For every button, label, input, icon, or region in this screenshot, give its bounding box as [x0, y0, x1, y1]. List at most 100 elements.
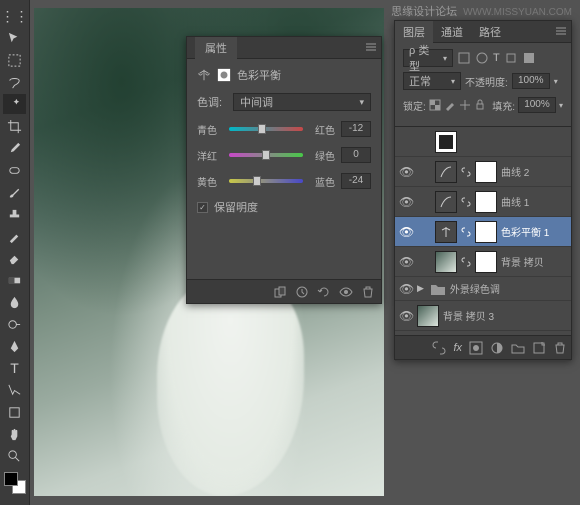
- visibility-icon[interactable]: [339, 285, 353, 299]
- mask-thumb[interactable]: [475, 161, 497, 183]
- link-icon: [461, 167, 471, 177]
- properties-tab[interactable]: 属性: [195, 37, 237, 59]
- layers-tab[interactable]: 图层: [395, 21, 433, 43]
- green-label: 绿色: [309, 148, 335, 163]
- mask-thumb[interactable]: [475, 191, 497, 213]
- visibility-toggle[interactable]: 👁: [399, 195, 413, 209]
- blur-tool[interactable]: [3, 292, 26, 312]
- reset-icon[interactable]: [317, 285, 331, 299]
- link-icon: [461, 197, 471, 207]
- handle-icon[interactable]: ⋮⋮: [3, 6, 26, 26]
- cyan-red-slider[interactable]: [229, 124, 303, 134]
- trash-icon[interactable]: [361, 285, 375, 299]
- lock-label: 锁定:: [403, 98, 426, 113]
- link-layers-icon[interactable]: [432, 341, 446, 355]
- layer-row[interactable]: 👁 曲线 1: [395, 187, 571, 217]
- magenta-green-slider[interactable]: [229, 150, 303, 160]
- heal-tool[interactable]: [3, 160, 26, 180]
- group-add-icon[interactable]: [511, 341, 525, 355]
- pen-tool[interactable]: [3, 336, 26, 356]
- layer-thumb[interactable]: [435, 131, 457, 153]
- path-tool[interactable]: [3, 380, 26, 400]
- paths-tab[interactable]: 路径: [471, 21, 509, 43]
- link-icon: [461, 257, 471, 267]
- layer-row[interactable]: [395, 127, 571, 157]
- layer-add-icon[interactable]: [532, 341, 546, 355]
- visibility-toggle[interactable]: 👁: [399, 255, 413, 269]
- move-tool[interactable]: [3, 28, 26, 48]
- blue-label: 蓝色: [309, 174, 335, 189]
- folder-icon: [430, 282, 446, 296]
- type-tool[interactable]: T: [3, 358, 26, 378]
- layers-list: 👁 曲线 2 👁 曲线 1 👁 色彩平衡 1 👁: [395, 127, 571, 361]
- layer-row[interactable]: 👁 背景 拷贝: [395, 247, 571, 277]
- channels-tab[interactable]: 通道: [433, 21, 471, 43]
- balance-icon: [197, 68, 211, 82]
- filter-shape-icon[interactable]: [504, 51, 518, 65]
- prev-icon[interactable]: [295, 285, 309, 299]
- panel-menu-icon[interactable]: [365, 41, 377, 53]
- dodge-tool[interactable]: [3, 314, 26, 334]
- properties-header[interactable]: 属性: [187, 37, 381, 59]
- adjustment-title: 色彩平衡: [237, 67, 281, 83]
- visibility-toggle[interactable]: 👁: [399, 225, 413, 239]
- visibility-toggle[interactable]: 👁: [399, 309, 413, 323]
- layer-delete-icon[interactable]: [553, 341, 567, 355]
- filter-image-icon[interactable]: [457, 51, 471, 65]
- mask-add-icon[interactable]: [469, 341, 483, 355]
- lasso-tool[interactable]: [3, 72, 26, 92]
- wand-tool[interactable]: [3, 94, 26, 114]
- eraser-tool[interactable]: [3, 248, 26, 268]
- filter-text-icon[interactable]: T: [493, 52, 500, 64]
- fill-value[interactable]: 100%: [518, 97, 556, 113]
- clip-icon[interactable]: [273, 285, 287, 299]
- layer-row[interactable]: 👁 曲线 2: [395, 157, 571, 187]
- color-swatch[interactable]: [4, 472, 26, 494]
- layer-thumb[interactable]: [417, 305, 439, 327]
- filter-kind-select[interactable]: ρ 类型: [403, 49, 453, 67]
- adjustment-add-icon[interactable]: [490, 341, 504, 355]
- watermark: 思缘设计论坛WWW.MISSYUAN.COM: [391, 3, 572, 19]
- preserve-luminosity-checkbox[interactable]: ✓ 保留明度: [197, 199, 371, 215]
- tone-select[interactable]: 中间调: [233, 93, 371, 111]
- fx-icon[interactable]: fx: [453, 342, 462, 354]
- lock-pos-icon[interactable]: [459, 99, 471, 111]
- yellow-value[interactable]: -24: [341, 173, 371, 189]
- lock-trans-icon[interactable]: [429, 99, 441, 111]
- filter-adj-icon[interactable]: [475, 51, 489, 65]
- lock-paint-icon[interactable]: [444, 99, 456, 111]
- blend-mode-select[interactable]: 正常: [403, 72, 461, 90]
- marquee-tool[interactable]: [3, 50, 26, 70]
- mask-thumb[interactable]: [475, 251, 497, 273]
- yellow-blue-slider[interactable]: [229, 176, 303, 186]
- lock-all-icon[interactable]: [474, 99, 486, 111]
- toolbar: ⋮⋮ T: [0, 0, 30, 505]
- layer-row[interactable]: 👁 背景 拷贝 3: [395, 301, 571, 331]
- brush-tool[interactable]: [3, 182, 26, 202]
- layer-group-row[interactable]: 👁 ▶ 外景绿色调: [395, 277, 571, 301]
- history-brush-tool[interactable]: [3, 226, 26, 246]
- visibility-toggle[interactable]: 👁: [399, 165, 413, 179]
- zoom-tool[interactable]: [3, 446, 26, 466]
- yellow-label: 黄色: [197, 174, 223, 189]
- crop-tool[interactable]: [3, 116, 26, 136]
- cyan-value[interactable]: -12: [341, 121, 371, 137]
- gradient-tool[interactable]: [3, 270, 26, 290]
- visibility-toggle[interactable]: 👁: [399, 282, 413, 296]
- stamp-tool[interactable]: [3, 204, 26, 224]
- expand-arrow-icon[interactable]: ▶: [417, 283, 424, 294]
- hand-tool[interactable]: [3, 424, 26, 444]
- curves-icon: [435, 191, 457, 213]
- magenta-value[interactable]: 0: [341, 147, 371, 163]
- filter-smart-icon[interactable]: [522, 51, 536, 65]
- eyedropper-tool[interactable]: [3, 138, 26, 158]
- red-label: 红色: [309, 122, 335, 137]
- layer-thumb[interactable]: [435, 251, 457, 273]
- layer-row[interactable]: 👁 色彩平衡 1: [395, 217, 571, 247]
- shape-tool[interactable]: [3, 402, 26, 422]
- curves-icon: [435, 161, 457, 183]
- cyan-label: 青色: [197, 122, 223, 137]
- layers-menu-icon[interactable]: [555, 25, 567, 37]
- mask-thumb[interactable]: [475, 221, 497, 243]
- opacity-value[interactable]: 100%: [512, 73, 550, 89]
